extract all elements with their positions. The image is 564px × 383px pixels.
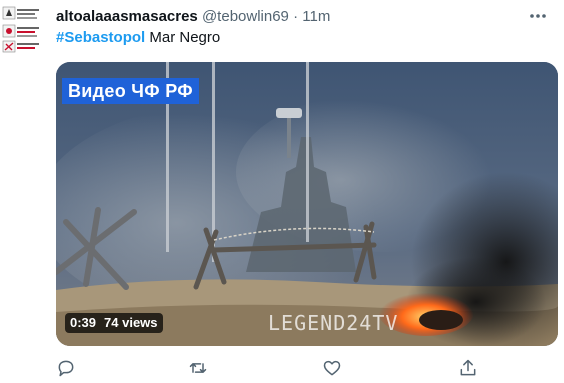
author-name[interactable]: altoalaaasmasacres <box>56 8 198 25</box>
retweet-icon[interactable] <box>188 358 208 378</box>
video-frame <box>56 62 558 346</box>
reply-icon[interactable] <box>56 358 76 378</box>
share-icon[interactable] <box>458 358 478 378</box>
video-player[interactable]: Видео ЧФ РФ LEGEND24TV 0:39 74 views <box>56 62 558 346</box>
video-watermark: LEGEND24TV <box>268 311 399 335</box>
hashtag-link[interactable]: #Sebastopol <box>56 29 145 46</box>
channel-badge: Видео ЧФ РФ <box>62 78 199 104</box>
tweet-timestamp[interactable]: 11m <box>302 8 330 25</box>
tweet-actions <box>56 358 536 378</box>
more-horizontal-icon[interactable] <box>526 4 550 28</box>
video-duration: 0:39 <box>70 315 97 330</box>
video-views: 74 views <box>104 315 158 330</box>
tweet-text-body: Mar Negro <box>145 29 221 46</box>
tweet-header: altoalaaasmasacres @tebowlin69 · 11m <box>56 7 330 27</box>
video-duration-badge: 0:39 74 views <box>65 313 163 333</box>
tweet[interactable]: altoalaaasmasacres @tebowlin69 · 11m #Se… <box>0 0 564 378</box>
avatar[interactable] <box>2 4 48 54</box>
author-handle[interactable]: @tebowlin69 <box>202 8 289 25</box>
tweet-text: #Sebastopol Mar Negro <box>56 28 220 48</box>
separator-dot: · <box>293 8 299 25</box>
like-icon[interactable] <box>322 358 342 378</box>
